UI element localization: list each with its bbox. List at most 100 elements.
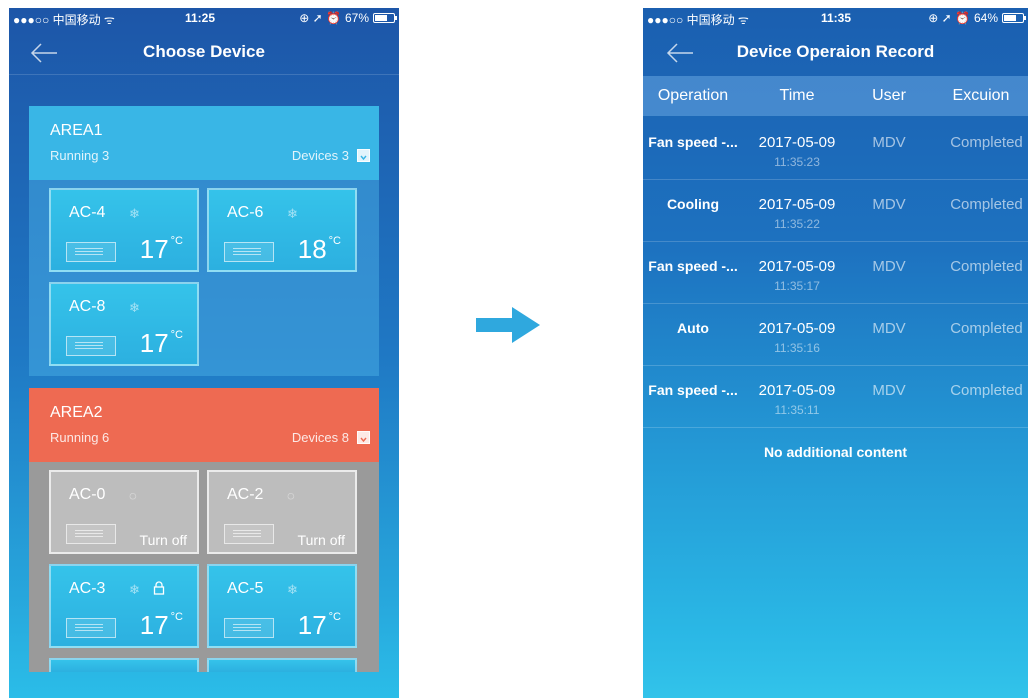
carrier-label: ●●●○○ 中国移动 ᯤ: [13, 13, 115, 27]
area-body-area2: AC-0 ◌ Turn off AC-2 ◌ Turn off AC-3 ❄ 1…: [29, 462, 379, 672]
device-name: AC-4: [69, 204, 106, 221]
battery-icon: [1002, 13, 1026, 23]
table-row[interactable]: Cooling 2017-05-09 11:35:22 MDV Complete…: [643, 180, 1028, 242]
snowflake-icon: ❄: [287, 582, 298, 597]
status-indicator-icons: ⊕ ➚ ⏰: [299, 11, 341, 25]
expand-chevron-icon[interactable]: [357, 149, 370, 162]
record-time: 11:35:23: [774, 155, 820, 169]
ac-unit-icon: [66, 524, 116, 544]
device-tile-ac-6[interactable]: AC-6 ❄ 18 °C: [207, 188, 357, 272]
nav-bar: Choose Device: [9, 30, 399, 74]
ac-unit-icon: [66, 336, 116, 356]
device-tile-ac-3[interactable]: AC-3 ❄ 17 °C: [49, 564, 199, 648]
clock: 11:35: [821, 11, 852, 25]
table-row[interactable]: Fan speed -... 2017-05-09 11:35:23 MDV C…: [643, 118, 1028, 180]
device-tile-ac-8[interactable]: AC-8 ❄ 17 °C: [49, 282, 199, 366]
record-user: MDV: [872, 196, 906, 213]
choose-device-screen: ●●●○○ 中国移动 ᯤ 11:25 ⊕ ➚ ⏰ 67% Choose Devi…: [9, 8, 399, 698]
record-operation: Fan speed -...: [648, 134, 738, 150]
device-temperature: 17: [139, 234, 169, 264]
temperature-unit: °C: [328, 235, 341, 247]
device-name: AC-8: [69, 298, 106, 315]
ac-unit-icon: [66, 618, 116, 638]
device-tile-ac-2[interactable]: AC-2 ◌ Turn off: [207, 470, 357, 554]
flow-arrow-icon: [476, 307, 540, 343]
snowflake-icon: ❄: [129, 206, 140, 221]
record-date: 2017-05-09: [758, 320, 836, 337]
temperature-unit: °C: [328, 611, 341, 623]
record-date: 2017-05-09: [758, 196, 836, 213]
area-name: AREA2: [50, 404, 103, 421]
status-bar: ●●●○○ 中国移动 ᯤ 11:25 ⊕ ➚ ⏰ 67%: [9, 8, 399, 28]
device-temperature: 18: [297, 234, 327, 264]
column-header-time: Time: [779, 87, 815, 104]
column-header-operation: Operation: [657, 87, 729, 104]
device-tile-ac-5[interactable]: AC-5 ❄ 17 °C: [207, 564, 357, 648]
snowflake-icon: ❄: [287, 206, 298, 221]
clock: 11:25: [185, 11, 216, 25]
device-name: AC-3: [69, 580, 106, 597]
record-operation: Auto: [677, 320, 709, 336]
device-tile-ac-0[interactable]: AC-0 ◌ Turn off: [49, 470, 199, 554]
area-name: AREA1: [50, 122, 103, 139]
record-user: MDV: [872, 258, 906, 275]
page-title: Device Operaion Record: [736, 42, 935, 61]
device-temperature: 17: [139, 328, 169, 358]
device-name: AC-5: [227, 580, 264, 597]
operation-record-screen: ●●●○○ 中国移动 ᯤ 11:35 ⊕ ➚ ⏰ 64% Device Oper…: [643, 8, 1028, 698]
ac-unit-icon: [66, 242, 116, 262]
record-user: MDV: [872, 382, 906, 399]
area-header-area1[interactable]: AREA1 Running 3 Devices 3: [29, 106, 379, 180]
record-execution: Completed: [950, 134, 1023, 151]
record-execution: Completed: [950, 258, 1023, 275]
table-row[interactable]: Auto 2017-05-09 11:35:16 MDV Completed: [643, 304, 1028, 366]
record-time: 11:35:17: [774, 279, 820, 293]
battery-percent: 67%: [344, 11, 369, 25]
column-header-user: User: [872, 87, 906, 104]
record-operation: Cooling: [666, 196, 720, 212]
area-device-count: Devices 3: [291, 148, 349, 163]
expand-chevron-icon[interactable]: [357, 431, 370, 444]
device-tile-ac-4[interactable]: AC-4 ❄ 17 °C: [49, 188, 199, 272]
device-temperature: 17: [139, 610, 169, 640]
nav-divider: [9, 74, 399, 75]
lock-icon: [153, 581, 165, 595]
column-header-execution: Excuion: [952, 87, 1010, 104]
record-time: 11:35:11: [774, 403, 820, 417]
ac-unit-icon: [224, 524, 274, 544]
temperature-unit: °C: [170, 329, 183, 341]
ac-unit-icon: [224, 618, 274, 638]
battery-percent: 64%: [973, 11, 998, 25]
device-tile-partial[interactable]: [207, 658, 357, 672]
table-row[interactable]: Fan speed -... 2017-05-09 11:35:17 MDV C…: [643, 242, 1028, 304]
status-indicator-icons: ⊕ ➚ ⏰: [928, 11, 970, 25]
ac-unit-icon: [224, 242, 274, 262]
record-execution: Completed: [950, 382, 1023, 399]
table-header: Operation Time User Excuion: [643, 76, 1028, 116]
device-status: Turn off: [139, 532, 187, 548]
record-user: MDV: [872, 320, 906, 337]
record-operation: Fan speed -...: [648, 382, 738, 398]
device-name: AC-2: [227, 486, 264, 503]
device-temperature: 17: [297, 610, 327, 640]
area-running-count: Running 3: [50, 148, 110, 163]
table-row[interactable]: Fan speed -... 2017-05-09 11:35:11 MDV C…: [643, 366, 1028, 428]
device-tile-partial[interactable]: [49, 658, 199, 672]
snowflake-icon: ❄: [129, 300, 140, 315]
area-body-area1: AC-4 ❄ 17 °C AC-6 ❄ 18 °C AC-8 ❄ 17 °C: [29, 180, 379, 376]
power-off-icon: ◌: [287, 488, 295, 503]
battery-icon: [373, 13, 397, 23]
snowflake-icon: ❄: [129, 582, 140, 597]
record-execution: Completed: [950, 320, 1023, 337]
record-execution: Completed: [950, 196, 1023, 213]
record-user: MDV: [872, 134, 906, 151]
temperature-unit: °C: [170, 235, 183, 247]
record-operation: Fan speed -...: [648, 258, 738, 274]
area-header-area2[interactable]: AREA2 Running 6 Devices 8: [29, 388, 379, 462]
record-time: 11:35:16: [774, 341, 820, 355]
carrier-label: ●●●○○ 中国移动 ᯤ: [647, 13, 749, 27]
temperature-unit: °C: [170, 611, 183, 623]
status-bar: ●●●○○ 中国移动 ᯤ 11:35 ⊕ ➚ ⏰ 64%: [643, 8, 1028, 28]
device-name: AC-0: [69, 486, 106, 503]
area-device-count: Devices 8: [291, 430, 349, 445]
